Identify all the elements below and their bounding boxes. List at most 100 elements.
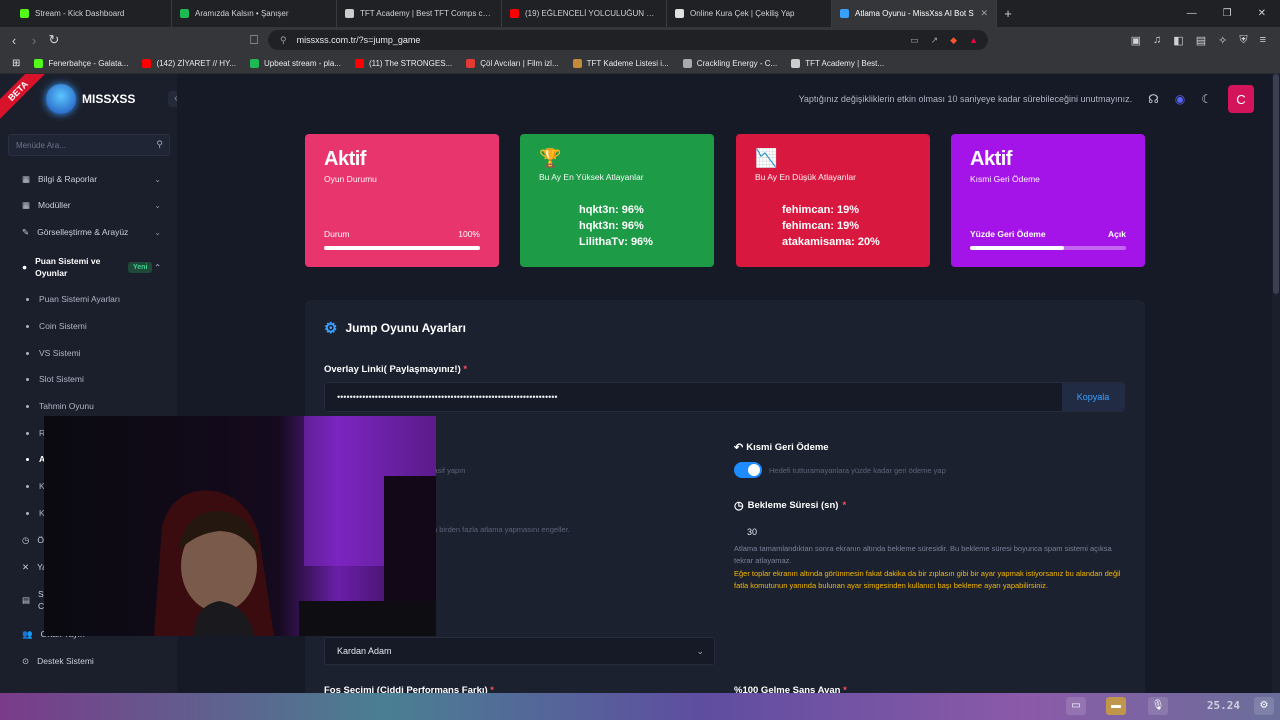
- sub-label: Tahmin Oyunu: [39, 401, 94, 411]
- bookmark-item[interactable]: Crackling Energy - C...: [682, 58, 777, 68]
- sidebar-item-visual[interactable]: ✎ Görselleştirme & Arayüz ⌄: [0, 219, 177, 245]
- minimize-icon[interactable]: —: [1187, 8, 1197, 19]
- partial-refund-toggle[interactable]: [734, 462, 762, 478]
- browser-toolbar: ‹ › ↻ ⎕ ⚲ missxss.com.tr/?s=jump_game ▭ …: [0, 27, 1280, 53]
- wait-time-input[interactable]: 30: [734, 518, 1125, 546]
- avatar[interactable]: C: [1228, 85, 1254, 113]
- bar-value: Açık: [1108, 229, 1126, 239]
- overlay-link-field[interactable]: ••••••••••••••••••••••••••••••••••••••••…: [324, 382, 1125, 412]
- bookmark-item[interactable]: TFT Kademe Listesi i...: [572, 58, 669, 68]
- browser-tab[interactable]: Stream - Kick Dashboard: [12, 0, 172, 27]
- progress-bar: [970, 246, 1126, 250]
- card-big-text: Aktif: [324, 148, 366, 170]
- address-bar[interactable]: ⚲ missxss.com.tr/?s=jump_game ▭ ↗ ◆ ▲: [268, 30, 988, 50]
- microphone-icon[interactable]: 🎙: [1148, 697, 1168, 715]
- sidebar-item-label: Puan Sistemi ve Oyunlar: [35, 256, 101, 278]
- bookmark-item[interactable]: (11) The STRONGES...: [354, 58, 452, 68]
- menu-search-input[interactable]: Menüde Ara... ⚲: [8, 134, 170, 156]
- card-label: Oyun Durumu: [324, 174, 377, 184]
- browser-tab[interactable]: Aramızda Kalsın • Şanışer: [172, 0, 337, 27]
- close-window-icon[interactable]: ✕: [1258, 8, 1266, 19]
- browser-tab[interactable]: (19) EĞLENCELİ YOLCULUĞUN SONU: [502, 0, 667, 27]
- bookmark-item[interactable]: (142) ZİYARET // HY...: [142, 58, 236, 68]
- wait-time-help: Atlama tamamlandıktan sonra ekranın altı…: [734, 544, 1112, 565]
- tab-title: Online Kura Çek | Çekiliş Yap: [690, 9, 795, 18]
- overlay-link-label: Overlay Linki( Paylaşmayınız!) *: [324, 364, 468, 375]
- close-tab-icon[interactable]: ✕: [980, 8, 988, 19]
- site-info-icon[interactable]: ⚲: [280, 35, 287, 46]
- character-select-value: Kardan Adam: [337, 646, 392, 656]
- bookmark-item[interactable]: Çöl Avcıları | Film izl...: [466, 58, 559, 68]
- sub-label: Puan Sistemi Ayarları: [39, 294, 121, 304]
- sidebar-sub-prediction[interactable]: Tahmin Oyunu: [26, 401, 94, 411]
- brave-rewards-icon[interactable]: ▲: [969, 35, 978, 46]
- sidebar-item-label: Görselleştirme & Arayüz: [37, 227, 129, 237]
- back-icon[interactable]: ‹: [4, 33, 24, 48]
- new-badge: Yeni: [128, 261, 153, 273]
- rank-list: hqkt3n: 96% hqkt3n: 96% LilithaTv: 96%: [579, 202, 653, 250]
- music-icon[interactable]: ♫: [1153, 34, 1161, 47]
- logo[interactable]: MISSXSS: [46, 84, 135, 114]
- trophy-icon: 🏆: [539, 148, 562, 168]
- tools-icon: ✕: [22, 561, 30, 572]
- dark-mode-icon[interactable]: ☾: [1201, 92, 1212, 106]
- restore-icon[interactable]: ❐: [1223, 8, 1232, 19]
- card-label: Bu Ay En Yüksek Atlayanlar: [539, 172, 644, 182]
- cast-icon[interactable]: ▭: [910, 35, 919, 46]
- apps-icon[interactable]: ⊞: [12, 58, 20, 69]
- wallet-icon[interactable]: ▤: [1196, 34, 1206, 47]
- sidebar-item-support[interactable]: ⊙ Destek Sistemi: [0, 648, 177, 674]
- browser-tab[interactable]: Online Kura Çek | Çekiliş Yap: [667, 0, 832, 27]
- sidebar-sub-slot[interactable]: Slot Sistemi: [26, 374, 84, 384]
- folder-icon[interactable]: ▬: [1106, 697, 1126, 715]
- reload-icon[interactable]: ↻: [44, 32, 64, 48]
- sidebar-sub-vs[interactable]: VS Sistemi: [26, 348, 81, 358]
- discord-icon[interactable]: ◉: [1175, 92, 1185, 106]
- sidebar-icon[interactable]: ▣: [1131, 34, 1141, 47]
- chat-icon[interactable]: ▭: [1066, 697, 1086, 715]
- new-tab-button[interactable]: +: [997, 6, 1019, 21]
- browser-tab[interactable]: Atlama Oyunu - MissXss AI Bot S ✕: [832, 0, 997, 27]
- grid-icon: ▦: [22, 199, 31, 210]
- webcam-overlay: [44, 416, 436, 636]
- bookmark-item[interactable]: Upbeat stream - pla...: [250, 58, 341, 68]
- card-label: Bu Ay En Düşük Atlayanlar: [755, 172, 856, 182]
- sidebar-sub-coin[interactable]: Coin Sistemi: [26, 321, 87, 331]
- sidebar-item-modules[interactable]: ▦ Modüller ⌄: [0, 192, 177, 218]
- sidebar-item-points[interactable]: ● Puan Sistemi ve Oyunlar Yeni ⌃: [0, 254, 177, 280]
- partial-refund-help: Hedefi tutturamayanlara yüzde kadar geri…: [769, 466, 946, 475]
- bookmark-icon[interactable]: ⎕: [244, 32, 264, 48]
- brave-shield-icon[interactable]: ◆: [950, 35, 957, 46]
- share-icon[interactable]: ↗: [931, 35, 939, 46]
- bookmark-favicon-icon: [466, 58, 476, 68]
- sidebar-sub-k2[interactable]: K: [26, 508, 45, 518]
- leo-icon[interactable]: ✧: [1218, 34, 1227, 47]
- sidebar-item-reports[interactable]: ▦ Bilgi & Raporlar ⌄: [0, 166, 177, 192]
- sidebar-sub-k1[interactable]: K: [26, 481, 45, 491]
- chevron-up-icon: ⌃: [154, 262, 161, 272]
- headset-icon[interactable]: ☊: [1148, 92, 1159, 106]
- browser-tab[interactable]: TFT Academy | Best TFT Comps curat: [337, 0, 502, 27]
- robot-logo-icon: [46, 84, 76, 114]
- vpn-icon[interactable]: ⛨: [1239, 34, 1247, 47]
- sidebar-sub-r[interactable]: R: [26, 428, 45, 438]
- sidebar-sub-points-settings[interactable]: Puan Sistemi Ayarları: [26, 294, 120, 304]
- support-icon: ⊙: [22, 655, 30, 666]
- page-scrollbar[interactable]: [1272, 74, 1280, 720]
- panel-icon[interactable]: ◧: [1173, 34, 1183, 47]
- tab-title: Aramızda Kalsın • Şanışer: [195, 9, 289, 18]
- rank-list: fehimcan: 19% fehimcan: 19% atakamisama:…: [782, 202, 880, 250]
- menu-icon[interactable]: ≡: [1260, 34, 1266, 47]
- bookmark-item[interactable]: TFT Academy | Best...: [791, 58, 884, 68]
- save-notice: Yaptığınız değişikliklerin etkin olması …: [798, 94, 1133, 104]
- sidebar-sub-active[interactable]: A: [26, 454, 45, 464]
- character-select[interactable]: Kardan Adam ⌄: [324, 637, 715, 665]
- bookmark-item[interactable]: Fenerbahçe - Galata...: [34, 58, 129, 68]
- bookmark-label: Fenerbahçe - Galata...: [48, 58, 129, 68]
- card-big-text: Aktif: [970, 148, 1012, 170]
- copy-button[interactable]: Kopyala: [1062, 383, 1124, 411]
- gears-icon: ⚙: [324, 320, 338, 337]
- forward-icon[interactable]: ›: [24, 33, 44, 48]
- tab-title: Atlama Oyunu - MissXss AI Bot S: [855, 9, 974, 18]
- settings-gear-icon[interactable]: ⚙: [1254, 697, 1274, 715]
